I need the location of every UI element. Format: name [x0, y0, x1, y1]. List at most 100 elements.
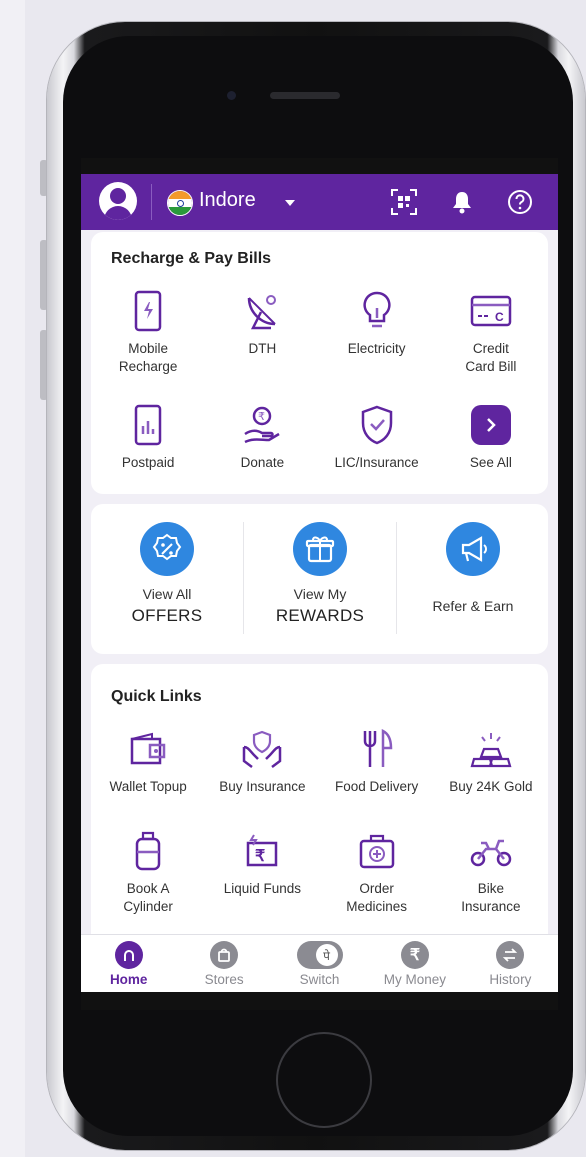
- quick-links-title: Quick Links: [111, 688, 202, 705]
- offers-icon: [140, 522, 194, 576]
- promo-card: View All OFFERS View My REWARDS Refer & …: [91, 504, 548, 654]
- fork-knife-icon: [354, 726, 400, 772]
- quick-link-buy-gold[interactable]: Buy 24K Gold: [434, 726, 548, 796]
- recharge-row-2: Postpaid ₹ Donate LIC/Insurance See All: [91, 402, 548, 472]
- promo-line2: REWARDS: [275, 606, 365, 625]
- front-camera: [227, 91, 236, 100]
- promo-line2: OFFERS: [131, 606, 203, 625]
- quick-link-label: Liquid Funds: [223, 881, 302, 896]
- qr-scan-icon[interactable]: [389, 187, 419, 217]
- svg-text:₹: ₹: [258, 411, 265, 423]
- cylinder-icon: [125, 828, 171, 874]
- recharge-item-label: See All: [469, 455, 512, 470]
- quick-links-row-1: Wallet Topup Buy Insurance Food Delivery…: [91, 726, 548, 796]
- wallet-icon: [125, 726, 171, 772]
- quick-link-buy-insurance[interactable]: Buy Insurance: [205, 726, 319, 796]
- quick-link-label: Order Medicines: [346, 881, 408, 914]
- credit-card-icon: C: [468, 288, 514, 334]
- recharge-item-donate[interactable]: ₹ Donate: [205, 402, 319, 472]
- nav-label: History: [489, 972, 532, 987]
- switch-icon: पे: [296, 941, 343, 969]
- quick-link-label: Food Delivery: [334, 779, 419, 794]
- recharge-card: Recharge & Pay Bills Mobile Recharge DTH…: [91, 232, 548, 494]
- nav-label: Home: [109, 972, 148, 987]
- view-rewards-button[interactable]: View My REWARDS: [244, 522, 396, 626]
- donate-icon: ₹: [239, 402, 285, 448]
- quick-link-bike-insurance[interactable]: Bike Insurance: [434, 828, 548, 916]
- bulb-icon: [354, 288, 400, 334]
- quick-links-row-2: Book A Cylinder ₹ Liquid Funds Order Med…: [91, 828, 548, 916]
- quick-link-wallet-topup[interactable]: Wallet Topup: [91, 726, 205, 796]
- recharge-item-label: Mobile Recharge: [118, 341, 178, 374]
- promo-line1: View All: [142, 586, 192, 602]
- quick-link-liquid-funds[interactable]: ₹ Liquid Funds: [205, 828, 319, 916]
- recharge-title: Recharge & Pay Bills: [111, 250, 272, 267]
- city-selector[interactable]: Indore: [199, 189, 256, 212]
- recharge-item-lic[interactable]: LIC/Insurance: [320, 402, 434, 472]
- app-header: Indore: [81, 174, 558, 230]
- promo-line1: View My: [293, 586, 347, 602]
- satellite-dish-icon: [239, 288, 285, 334]
- bottom-nav: Home Stores पे Switch ₹ My Money History: [81, 934, 558, 993]
- quick-link-label: Buy Insurance: [219, 779, 306, 794]
- history-icon: [496, 941, 525, 969]
- nav-my-money[interactable]: ₹ My Money: [367, 935, 462, 993]
- quick-links-card: Quick Links Wallet Topup Buy Insurance F…: [91, 664, 548, 954]
- recharge-item-see-all[interactable]: See All: [434, 402, 548, 472]
- india-flag-icon: [167, 190, 193, 216]
- nav-history[interactable]: History: [463, 935, 558, 993]
- megaphone-icon: [446, 522, 500, 576]
- recharge-item-label: LIC/Insurance: [334, 455, 419, 470]
- chevron-right-icon: [468, 402, 514, 448]
- gold-bars-icon: [468, 726, 514, 772]
- quick-link-label: Book A Cylinder: [123, 881, 173, 914]
- insurance-hands-icon: [239, 726, 285, 772]
- recharge-item-label: Credit Card Bill: [465, 341, 517, 374]
- mobile-recharge-icon: [125, 288, 171, 334]
- nav-stores[interactable]: Stores: [176, 935, 271, 993]
- view-offers-button[interactable]: View All OFFERS: [91, 522, 243, 626]
- rupee-funds-icon: ₹: [239, 828, 285, 874]
- recharge-item-postpaid[interactable]: Postpaid: [91, 402, 205, 472]
- recharge-item-dth[interactable]: DTH: [205, 288, 319, 376]
- nav-label: Stores: [204, 972, 244, 987]
- quick-link-book-cylinder[interactable]: Book A Cylinder: [91, 828, 205, 916]
- home-hardware-button[interactable]: [276, 1032, 372, 1128]
- postpaid-phone-icon: [125, 402, 171, 448]
- quick-link-label: Bike Insurance: [461, 881, 521, 914]
- app-screen: Indore Recharge & Pay Bills Mobile Recha…: [81, 158, 558, 1010]
- svg-text:C: C: [495, 310, 504, 324]
- earpiece-speaker: [270, 92, 340, 99]
- stores-icon: [210, 941, 239, 969]
- promo-line1: Refer & Earn: [432, 598, 514, 614]
- header-divider: [151, 184, 152, 220]
- shield-icon: [354, 402, 400, 448]
- quick-link-food-delivery[interactable]: Food Delivery: [320, 726, 434, 796]
- chevron-down-icon[interactable]: [285, 200, 295, 206]
- rupee-icon: ₹: [400, 941, 429, 969]
- nav-home[interactable]: Home: [81, 935, 176, 993]
- recharge-item-label: Electricity: [347, 341, 406, 356]
- recharge-item-electricity[interactable]: Electricity: [320, 288, 434, 376]
- recharge-item-credit-card[interactable]: C Credit Card Bill: [434, 288, 548, 376]
- home-indicator-area: [81, 992, 558, 1010]
- bell-icon[interactable]: [447, 187, 477, 217]
- recharge-item-label: Postpaid: [121, 455, 175, 470]
- quick-link-order-medicines[interactable]: Order Medicines: [320, 828, 434, 916]
- medicine-kit-icon: [354, 828, 400, 874]
- quick-link-label: Buy 24K Gold: [449, 779, 533, 794]
- nav-label: Switch: [299, 972, 340, 987]
- recharge-item-label: Donate: [240, 455, 285, 470]
- nav-switch[interactable]: पे Switch: [272, 935, 367, 993]
- help-icon[interactable]: [505, 187, 535, 217]
- svg-text:₹: ₹: [255, 848, 265, 865]
- refer-earn-button[interactable]: Refer & Earn: [397, 522, 549, 614]
- home-icon: [114, 941, 143, 969]
- gift-icon: [293, 522, 347, 576]
- recharge-row-1: Mobile Recharge DTH Electricity C Credit…: [91, 288, 548, 376]
- avatar[interactable]: [99, 182, 137, 220]
- recharge-item-mobile[interactable]: Mobile Recharge: [91, 288, 205, 376]
- nav-label: My Money: [383, 972, 447, 987]
- quick-link-label: Wallet Topup: [109, 779, 187, 794]
- status-bar: [81, 158, 558, 174]
